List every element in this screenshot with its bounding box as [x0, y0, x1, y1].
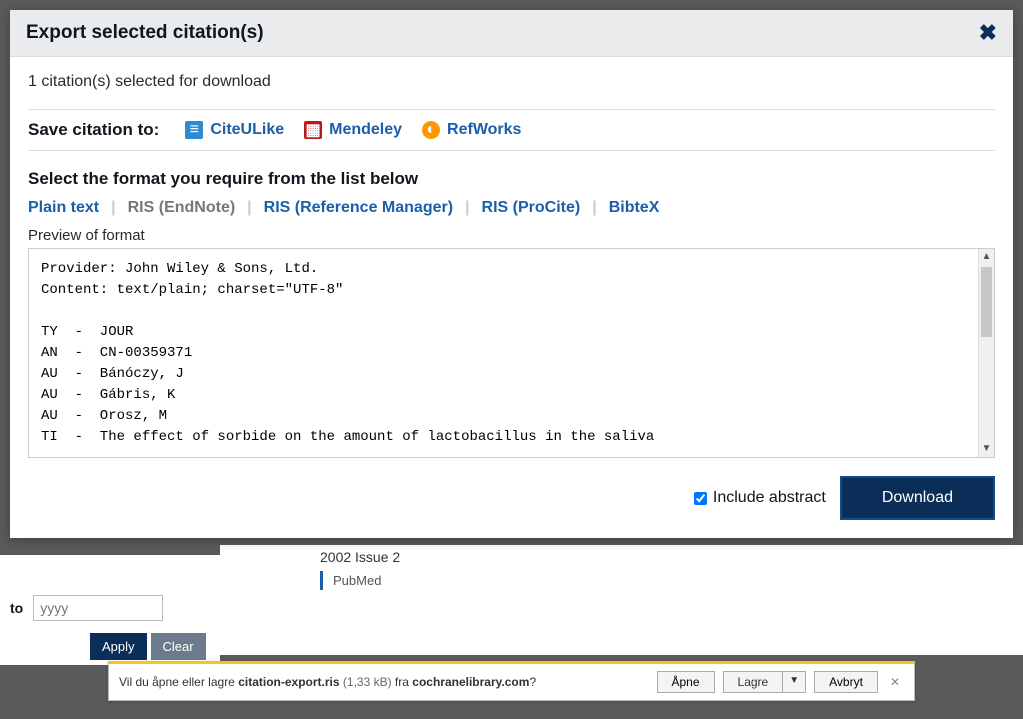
scroll-thumb[interactable]: [981, 267, 992, 337]
format-tabs: Plain text | RIS (EndNote) | RIS (Refere…: [28, 199, 995, 217]
tab-ris-procite[interactable]: RIS (ProCite): [470, 199, 593, 217]
scroll-up-icon[interactable]: ▲: [979, 249, 994, 265]
export-citations-modal: Export selected citation(s) ✖ 1 citation…: [10, 10, 1013, 538]
include-abstract-label[interactable]: Include abstract: [694, 489, 826, 507]
to-label: to: [10, 600, 23, 616]
format-header: Select the format you require from the l…: [28, 169, 995, 189]
open-file-button[interactable]: Åpne: [657, 671, 715, 693]
refworks-icon: ◐: [422, 121, 440, 139]
citation-count: 1 citation(s) selected for download: [28, 73, 995, 91]
save-file-main[interactable]: Lagre: [724, 672, 784, 692]
include-abstract-checkbox[interactable]: [694, 492, 707, 505]
mendeley-label: Mendeley: [329, 121, 402, 139]
apply-button[interactable]: Apply: [90, 633, 147, 660]
citeulike-label: CiteULike: [210, 121, 284, 139]
year-to-input[interactable]: [33, 595, 163, 621]
preview-box: Provider: John Wiley & Sons, Ltd. Conten…: [28, 248, 995, 458]
save-file-dropdown-icon[interactable]: ▼: [783, 672, 805, 692]
close-icon[interactable]: ✖: [979, 20, 997, 46]
mendeley-icon: ▦: [304, 121, 322, 139]
preview-label: Preview of format: [28, 227, 995, 244]
scrollbar[interactable]: ▲ ▼: [978, 249, 994, 457]
pubmed-tag: PubMed: [320, 571, 391, 590]
refworks-label: RefWorks: [447, 121, 521, 139]
include-abstract-text: Include abstract: [713, 489, 826, 507]
clear-button[interactable]: Clear: [151, 633, 206, 660]
tab-ris-endnote[interactable]: RIS (EndNote): [116, 199, 248, 217]
cancel-download-button[interactable]: Avbryt: [814, 671, 878, 693]
modal-header: Export selected citation(s) ✖: [10, 10, 1013, 57]
save-citation-row: Save citation to: ≡ CiteULike ▦ Mendeley…: [28, 109, 995, 151]
save-refworks-link[interactable]: ◐ RefWorks: [422, 121, 521, 139]
download-message: Vil du åpne eller lagre citation-export.…: [119, 675, 649, 689]
search-result-fragment: 2002 Issue 2 PubMed: [220, 545, 1023, 655]
close-download-bar-icon[interactable]: ✕: [886, 675, 904, 689]
tab-bibtex[interactable]: BibteX: [597, 199, 672, 217]
save-mendeley-link[interactable]: ▦ Mendeley: [304, 121, 402, 139]
tab-plain-text[interactable]: Plain text: [28, 199, 111, 217]
save-citeulike-link[interactable]: ≡ CiteULike: [185, 121, 284, 139]
result-issue: 2002 Issue 2: [320, 549, 1013, 565]
tab-ris-refman[interactable]: RIS (Reference Manager): [252, 199, 465, 217]
modal-footer: Include abstract Download: [28, 476, 995, 520]
download-button[interactable]: Download: [840, 476, 995, 520]
save-file-button[interactable]: Lagre ▼: [723, 671, 807, 693]
scroll-down-icon[interactable]: ▼: [979, 441, 994, 457]
sidebar-date-filter: to Apply Clear: [0, 555, 220, 665]
modal-title: Export selected citation(s): [26, 22, 264, 44]
save-citation-label: Save citation to:: [28, 120, 159, 140]
citeulike-icon: ≡: [185, 121, 203, 139]
preview-content[interactable]: Provider: John Wiley & Sons, Ltd. Conten…: [29, 249, 994, 457]
browser-download-bar: Vil du åpne eller lagre citation-export.…: [108, 661, 915, 701]
